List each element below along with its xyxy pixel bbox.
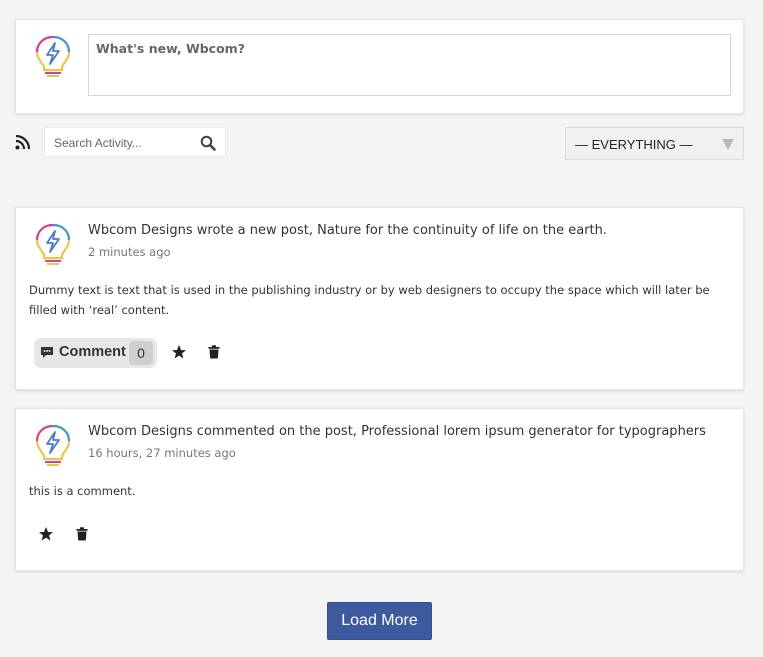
chevron-down-icon — [722, 139, 734, 150]
whats-new-input[interactable]: What's new, Wbcom? — [88, 34, 731, 96]
load-more-button[interactable]: Load More — [327, 602, 432, 640]
lightbulb-avatar-icon — [35, 424, 71, 466]
comment-button[interactable]: Comment 0 — [34, 338, 157, 368]
activity-content: this is a comment. — [29, 484, 136, 498]
activity-filter-select[interactable]: — EVERYTHING — — [565, 127, 744, 160]
activity-timestamp[interactable]: 2 minutes ago — [88, 245, 171, 259]
filter-select-value: — EVERYTHING — — [575, 137, 693, 152]
comment-bubble-icon — [41, 347, 53, 358]
activity-header[interactable]: Wbcom Designs wrote a new post, Nature f… — [88, 223, 607, 238]
trash-icon[interactable] — [76, 527, 88, 541]
star-icon[interactable] — [38, 526, 54, 542]
activity-content: Dummy text is text that is used in the p… — [29, 283, 710, 317]
activity-item: Wbcom Designs commented on the post, Pro… — [15, 408, 744, 571]
star-icon[interactable] — [171, 344, 187, 360]
lightbulb-avatar-icon — [35, 223, 71, 265]
lightbulb-avatar-icon — [35, 35, 71, 77]
user-avatar[interactable] — [33, 34, 73, 80]
activity-avatar[interactable] — [33, 222, 73, 268]
comment-label: Comment — [59, 344, 126, 360]
search-icon[interactable] — [200, 135, 216, 151]
activity-avatar[interactable] — [33, 423, 73, 469]
activity-item: Wbcom Designs wrote a new post, Nature f… — [15, 207, 744, 390]
post-form: What's new, Wbcom? — [15, 19, 744, 114]
comment-count: 0 — [129, 341, 153, 365]
trash-icon[interactable] — [208, 345, 220, 359]
search-input[interactable]: Search Activity... — [44, 127, 226, 157]
activity-timestamp[interactable]: 16 hours, 27 minutes ago — [88, 446, 236, 460]
rss-icon[interactable] — [15, 135, 30, 150]
search-placeholder: Search Activity... — [54, 136, 142, 150]
activity-header[interactable]: Wbcom Designs commented on the post, Pro… — [88, 424, 706, 439]
